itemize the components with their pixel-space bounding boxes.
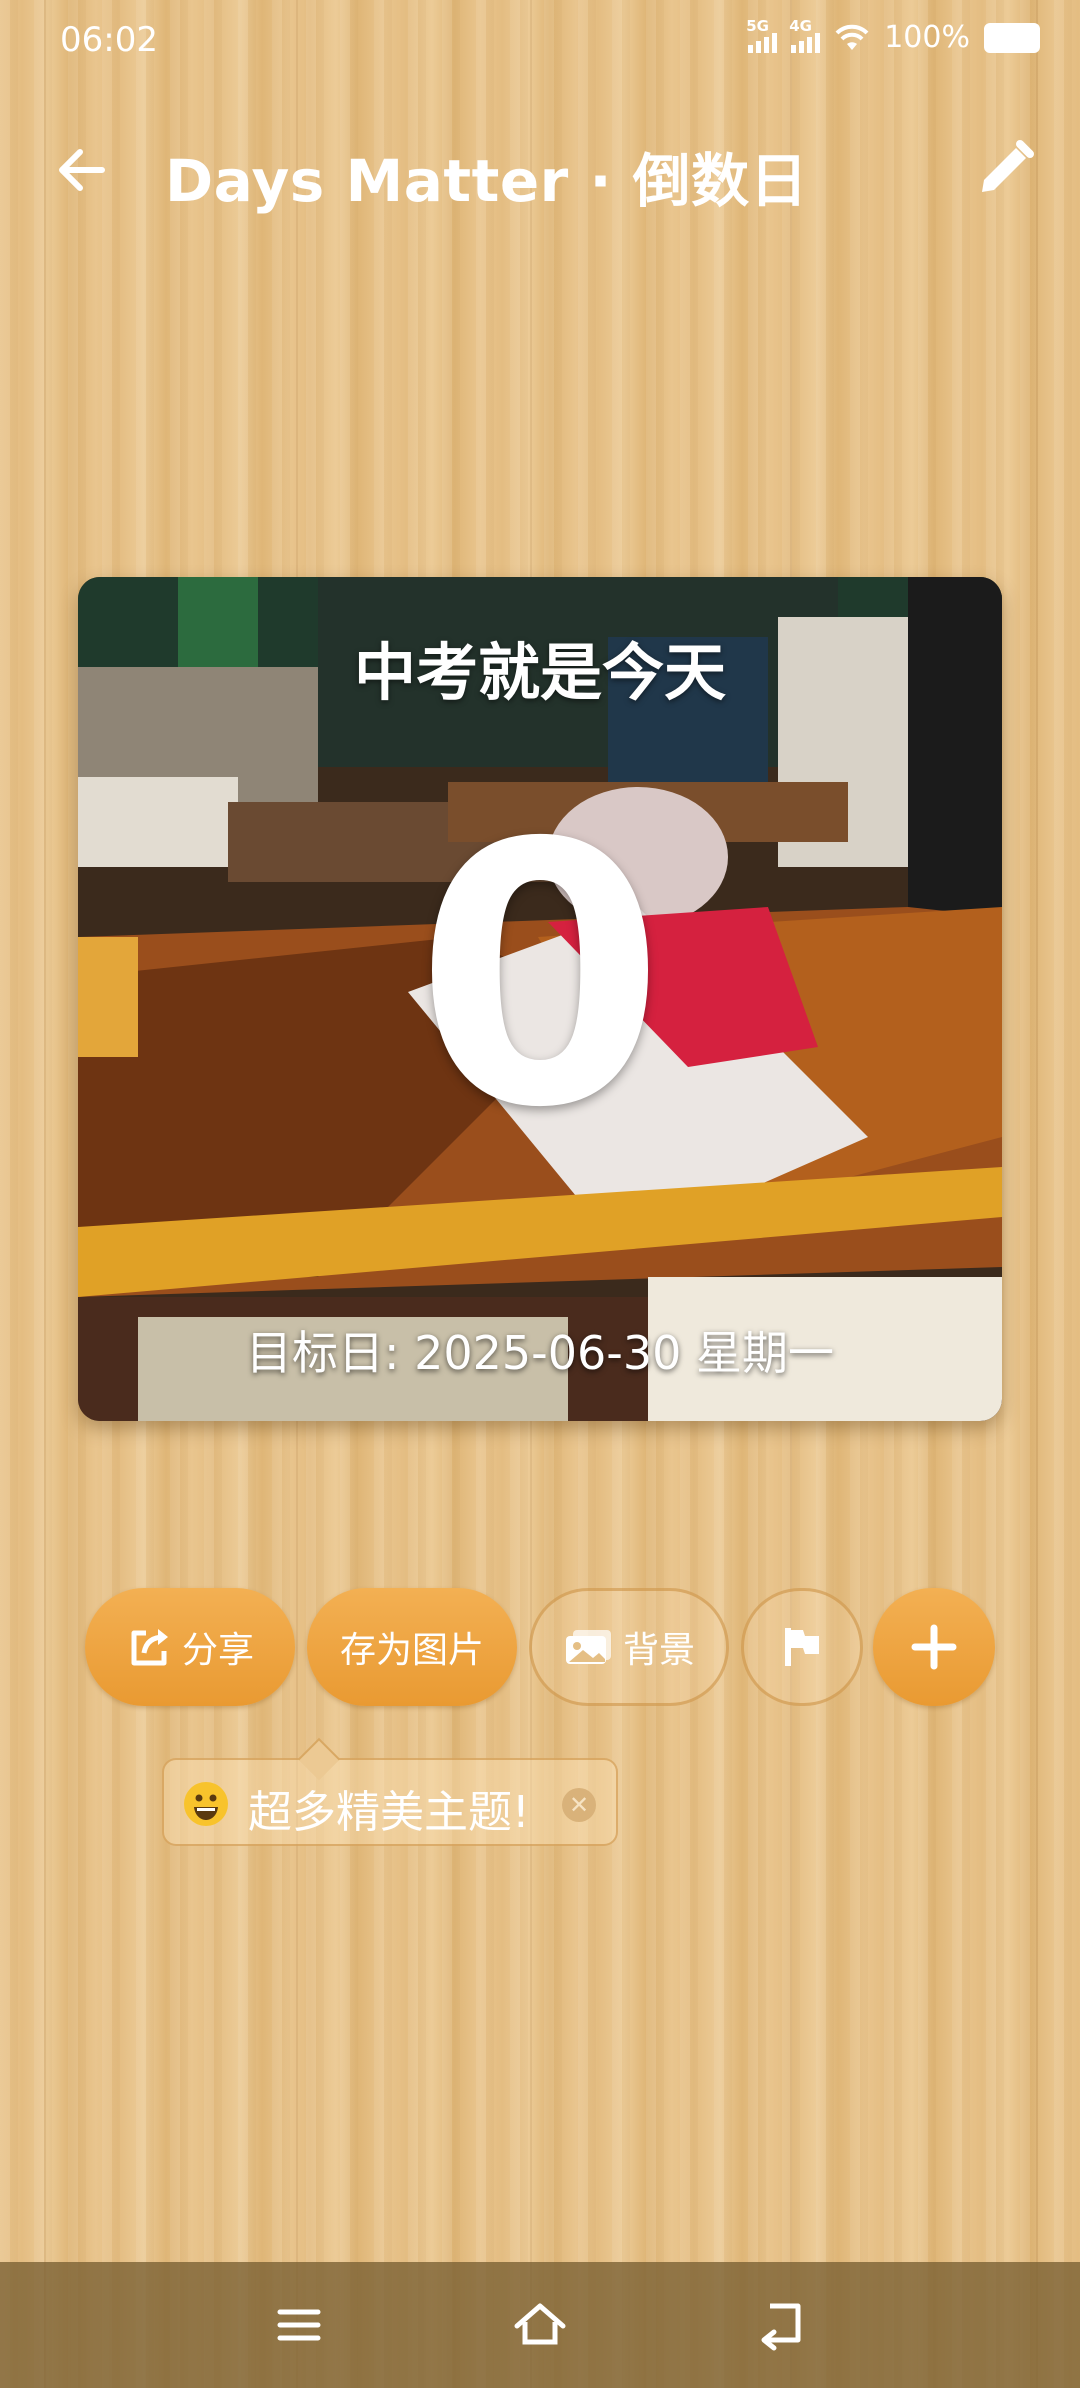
home-icon[interactable] <box>507 2292 573 2358</box>
target-date: 目标日: 2025-06-30 星期一 <box>245 1326 835 1380</box>
plus-icon <box>911 1624 957 1670</box>
flag-icon <box>785 1628 819 1666</box>
background-label: 背景 <box>622 1630 695 1671</box>
image-icon <box>565 1630 611 1664</box>
status-bar: 06:02 5G 4G 100% <box>0 0 1080 80</box>
save-image-label: 存为图片 <box>339 1630 484 1671</box>
flag-button[interactable] <box>741 1588 863 1706</box>
countdown-card[interactable]: 中考就是今天 0 目标日: 2025-06-30 星期一 <box>78 577 1002 1421</box>
battery-percent: 100% <box>884 20 970 55</box>
back-icon[interactable] <box>748 2292 814 2358</box>
edit-pencil-icon[interactable] <box>972 136 1038 202</box>
share-icon <box>131 1629 168 1666</box>
share-label: 分享 <box>181 1630 254 1671</box>
smile-emoji-icon <box>184 1782 228 1826</box>
save-image-button[interactable]: 存为图片 <box>307 1588 517 1706</box>
themes-tooltip: 超多精美主题! ✕ <box>162 1758 618 1846</box>
back-arrow-icon[interactable] <box>52 140 112 200</box>
event-title: 中考就是今天 <box>353 636 726 709</box>
background-button[interactable]: 背景 <box>529 1588 729 1706</box>
status-time: 06:02 <box>60 20 158 60</box>
battery-icon <box>984 22 1040 53</box>
share-button[interactable]: 分享 <box>85 1588 295 1706</box>
action-bar: 分享 存为图片 背景 <box>85 1588 1005 1706</box>
5g-signal-icon: 5G <box>746 17 778 53</box>
app-bar: Days Matter · 倒数日 <box>0 120 1080 220</box>
page-title: Days Matter · 倒数日 <box>165 147 809 215</box>
tooltip-text: 超多精美主题! <box>248 1787 530 1838</box>
add-button[interactable] <box>873 1588 995 1706</box>
menu-icon[interactable] <box>266 2292 332 2358</box>
4g-signal-icon: 4G <box>789 17 821 53</box>
system-nav-bar <box>0 2262 1080 2388</box>
wifi-icon <box>835 24 869 50</box>
close-icon[interactable]: ✕ <box>562 1788 596 1822</box>
days-count: 0 <box>414 767 666 1186</box>
